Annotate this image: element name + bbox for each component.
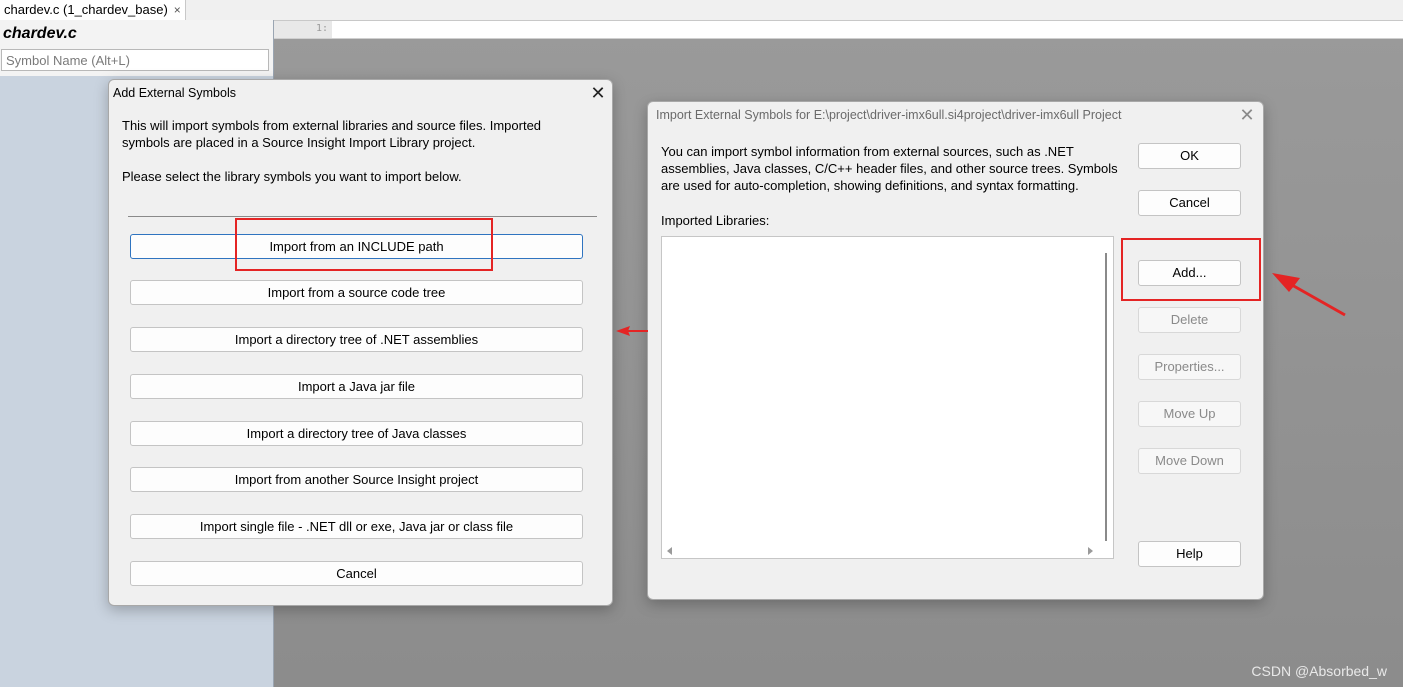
imported-libraries-label: Imported Libraries:: [661, 213, 770, 228]
dialog-description: This will import symbols from external l…: [122, 117, 541, 185]
intro-line-3: Please select the library symbols you wa…: [122, 169, 462, 184]
import-java-jar-button[interactable]: Import a Java jar file: [130, 374, 583, 399]
cancel-button[interactable]: Cancel: [130, 561, 583, 586]
scroll-left-icon[interactable]: [667, 547, 672, 555]
imported-libraries-list[interactable]: [661, 236, 1114, 559]
intro-line-1: This will import symbols from external l…: [122, 118, 542, 133]
file-tab-label: chardev.c (1_chardev_base): [4, 2, 168, 17]
scrollbar-thumb[interactable]: [1105, 253, 1107, 541]
desc-line-3: are used for auto-completion, showing de…: [661, 178, 1079, 193]
divider: [128, 216, 597, 217]
horizontal-scrollbar[interactable]: [662, 544, 1099, 558]
delete-button[interactable]: Delete: [1138, 307, 1241, 333]
import-source-tree-button[interactable]: Import from a source code tree: [130, 280, 583, 305]
editor-first-line[interactable]: [274, 20, 1403, 39]
desc-line-2: assemblies, Java classes, C/C++ header f…: [661, 161, 1118, 176]
import-si-project-button[interactable]: Import from another Source Insight proje…: [130, 467, 583, 492]
annotation-box-include-path: [235, 218, 493, 271]
close-icon[interactable]: ✕: [586, 82, 610, 104]
file-tab-strip: chardev.c (1_chardev_base) ×: [0, 0, 1403, 21]
move-down-button[interactable]: Move Down: [1138, 448, 1241, 474]
cancel-button[interactable]: Cancel: [1138, 190, 1241, 216]
vertical-scrollbar[interactable]: [1099, 237, 1113, 558]
intro-line-2: symbols are placed in a Source Insight I…: [122, 135, 476, 150]
close-tab-icon[interactable]: ×: [174, 0, 181, 20]
properties-button[interactable]: Properties...: [1138, 354, 1241, 380]
symbol-window-title: chardev.c: [3, 25, 77, 42]
symbol-window-header: chardev.c: [0, 20, 273, 76]
annotation-box-add: [1121, 238, 1261, 301]
desc-line-1: You can import symbol information from e…: [661, 144, 1074, 159]
file-tab[interactable]: chardev.c (1_chardev_base) ×: [0, 0, 186, 20]
help-button[interactable]: Help: [1138, 541, 1241, 567]
symbol-search-input[interactable]: [1, 49, 269, 71]
dialog-title: Import External Symbols for E:\project\d…: [656, 108, 1122, 122]
move-up-button[interactable]: Move Up: [1138, 401, 1241, 427]
scroll-right-icon[interactable]: [1088, 547, 1093, 555]
import-java-classes-button[interactable]: Import a directory tree of Java classes: [130, 421, 583, 446]
import-external-symbols-dialog: Import External Symbols for E:\project\d…: [647, 101, 1264, 600]
ok-button[interactable]: OK: [1138, 143, 1241, 169]
add-external-symbols-dialog: Add External Symbols ✕ This will import …: [108, 79, 613, 606]
dialog-title: Add External Symbols: [113, 86, 236, 100]
dialog-description: You can import symbol information from e…: [661, 143, 1118, 194]
line-number: 1:: [274, 20, 332, 38]
import-single-file-button[interactable]: Import single file - .NET dll or exe, Ja…: [130, 514, 583, 539]
watermark: CSDN @Absorbed_w: [1251, 663, 1387, 679]
close-icon[interactable]: ✕: [1235, 104, 1259, 126]
import-dotnet-assemblies-button[interactable]: Import a directory tree of .NET assembli…: [130, 327, 583, 352]
